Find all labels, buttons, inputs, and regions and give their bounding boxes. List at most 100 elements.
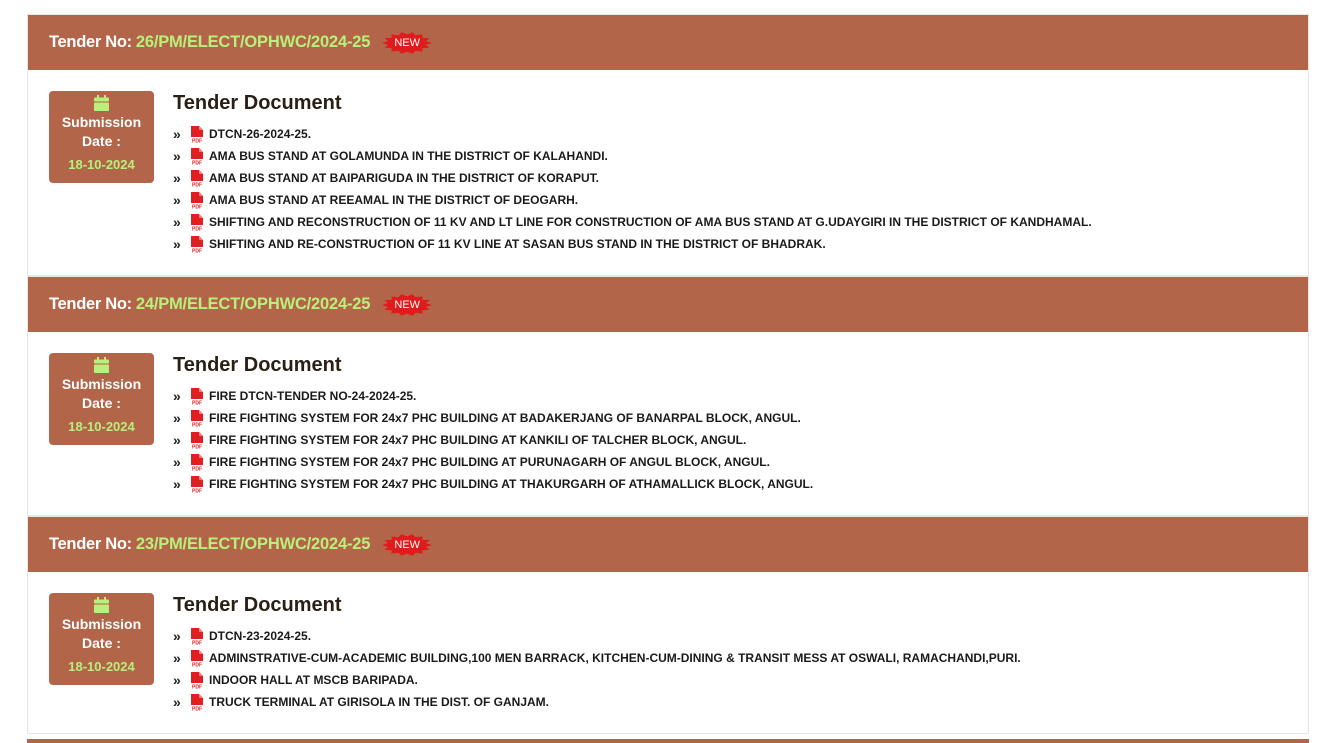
document-title[interactable]: FIRE FIGHTING SYSTEM FOR 24x7 PHC BUILDI… (209, 411, 801, 425)
document-list: » PDF DTCN-23-2024-25. » PDF ADMINSTRATI… (173, 625, 1308, 713)
pdf-file-icon: PDF (191, 671, 203, 689)
submission-word: Submission (61, 376, 142, 392)
document-title[interactable]: DTCN-23-2024-25. (209, 629, 311, 643)
tender-document-link[interactable]: » PDF TRUCK TERMINAL AT GIRISOLA IN THE … (173, 691, 1308, 713)
tender-number: 24/PM/ELECT/OPHWC/2024-25 (135, 295, 371, 313)
tender-documents: Tender Document » PDF FIRE DTCN-TENDER N… (173, 353, 1308, 495)
tender-body: Submission Date : 18-10-2024 Tender Docu… (28, 332, 1308, 515)
double-chevron-icon: » (173, 126, 181, 142)
submission-label: Submission Date : (62, 113, 141, 151)
new-badge-label: NEW (394, 298, 421, 311)
date-word: Date : (82, 133, 121, 149)
tender-number: 26/PM/ELECT/OPHWC/2024-25 (135, 33, 371, 51)
tender-no-label: Tender No: (49, 535, 132, 553)
svg-text:PDF: PDF (192, 204, 202, 209)
document-title[interactable]: FIRE FIGHTING SYSTEM FOR 24x7 PHC BUILDI… (209, 477, 813, 491)
tender-document-link[interactable]: » PDF ADMINSTRATIVE-CUM-ACADEMIC BUILDIN… (173, 647, 1308, 669)
svg-text:PDF: PDF (192, 400, 202, 405)
svg-text:PDF: PDF (192, 160, 202, 165)
document-list: » PDF DTCN-26-2024-25. » PDF AMA BUS STA… (173, 123, 1308, 255)
tender-document-link[interactable]: » PDF FIRE FIGHTING SYSTEM FOR 24x7 PHC … (173, 451, 1308, 473)
document-title[interactable]: ADMINSTRATIVE-CUM-ACADEMIC BUILDING,100 … (209, 651, 1021, 665)
document-title[interactable]: AMA BUS STAND AT REEAMAL IN THE DISTRICT… (209, 193, 578, 207)
tender-card: Tender No: 24/PM/ELECT/OPHWC/2024-25 NEW… (27, 276, 1309, 516)
double-chevron-icon: » (173, 148, 181, 164)
tender-card: Tender No: 23/PM/ELECT/OPHWC/2024-25 NEW… (27, 516, 1309, 734)
document-title[interactable]: SHIFTING AND RECONSTRUCTION OF 11 KV AND… (209, 215, 1092, 229)
document-section-title: Tender Document (173, 594, 342, 616)
document-title[interactable]: AMA BUS STAND AT BAIPARIGUDA IN THE DIST… (209, 171, 599, 185)
tender-document-link[interactable]: » PDF DTCN-23-2024-25. (173, 625, 1308, 647)
svg-text:PDF: PDF (192, 138, 202, 143)
double-chevron-icon: » (173, 628, 181, 644)
double-chevron-icon: » (173, 214, 181, 230)
new-badge-label: NEW (394, 36, 421, 49)
new-badge: NEW (382, 533, 433, 556)
double-chevron-icon: » (173, 388, 181, 404)
tender-document-link[interactable]: » PDF DTCN-26-2024-25. (173, 123, 1308, 145)
document-title[interactable]: DTCN-26-2024-25. (209, 127, 311, 141)
pdf-file-icon: PDF (191, 475, 203, 493)
tender-document-link[interactable]: » PDF AMA BUS STAND AT REEAMAL IN THE DI… (173, 189, 1308, 211)
tender-document-link[interactable]: » PDF SHIFTING AND RECONSTRUCTION OF 11 … (173, 211, 1308, 233)
svg-text:PDF: PDF (192, 466, 202, 471)
document-list: » PDF FIRE DTCN-TENDER NO-24-2024-25. » … (173, 385, 1308, 495)
tender-document-link[interactable]: » PDF FIRE DTCN-TENDER NO-24-2024-25. (173, 385, 1308, 407)
pdf-file-icon: PDF (191, 693, 203, 711)
calendar-icon (94, 597, 109, 613)
submission-date: 18-10-2024 (68, 157, 135, 172)
new-badge-label: NEW (394, 538, 421, 551)
tender-document-link[interactable]: » PDF FIRE FIGHTING SYSTEM FOR 24x7 PHC … (173, 407, 1308, 429)
svg-text:PDF: PDF (192, 706, 202, 711)
tender-card: Tender No: 26/PM/ELECT/OPHWC/2024-25 NEW… (27, 14, 1309, 276)
double-chevron-icon: » (173, 672, 181, 688)
pdf-file-icon: PDF (191, 453, 203, 471)
calendar-icon (94, 95, 109, 111)
new-badge: NEW (382, 31, 433, 54)
pdf-file-icon: PDF (191, 649, 203, 667)
tender-document-link[interactable]: » PDF FIRE FIGHTING SYSTEM FOR 24x7 PHC … (173, 473, 1308, 495)
new-badge: NEW (382, 293, 433, 316)
pdf-file-icon: PDF (191, 213, 203, 231)
submission-date-box: Submission Date : 18-10-2024 (49, 593, 154, 685)
svg-text:PDF: PDF (192, 182, 202, 187)
submission-date: 18-10-2024 (68, 659, 135, 674)
tender-document-link[interactable]: » PDF AMA BUS STAND AT GOLAMUNDA IN THE … (173, 145, 1308, 167)
svg-text:PDF: PDF (192, 248, 202, 253)
document-title[interactable]: INDOOR HALL AT MSCB BARIPADA. (209, 673, 418, 687)
svg-text:PDF: PDF (192, 422, 202, 427)
document-title[interactable]: AMA BUS STAND AT GOLAMUNDA IN THE DISTRI… (209, 149, 608, 163)
tender-header: Tender No: 23/PM/ELECT/OPHWC/2024-25 NEW (28, 517, 1308, 572)
tender-document-link[interactable]: » PDF AMA BUS STAND AT BAIPARIGUDA IN TH… (173, 167, 1308, 189)
tender-number: 23/PM/ELECT/OPHWC/2024-25 (135, 535, 371, 553)
document-title[interactable]: TRUCK TERMINAL AT GIRISOLA IN THE DIST. … (209, 695, 549, 709)
calendar-icon (94, 357, 109, 373)
tender-document-link[interactable]: » PDF SHIFTING AND RE-CONSTRUCTION OF 11… (173, 233, 1308, 255)
document-title[interactable]: SHIFTING AND RE-CONSTRUCTION OF 11 KV LI… (209, 237, 826, 251)
tender-body: Submission Date : 18-10-2024 Tender Docu… (28, 572, 1308, 733)
svg-text:PDF: PDF (192, 444, 202, 449)
document-section-title: Tender Document (173, 354, 342, 376)
double-chevron-icon: » (173, 476, 181, 492)
tender-header: Tender No: 26/PM/ELECT/OPHWC/2024-25 NEW (28, 15, 1308, 70)
svg-text:PDF: PDF (192, 662, 202, 667)
double-chevron-icon: » (173, 650, 181, 666)
double-chevron-icon: » (173, 432, 181, 448)
document-title[interactable]: FIRE FIGHTING SYSTEM FOR 24x7 PHC BUILDI… (209, 455, 770, 469)
tender-document-link[interactable]: » PDF FIRE FIGHTING SYSTEM FOR 24x7 PHC … (173, 429, 1308, 451)
tender-no-label: Tender No: (49, 33, 132, 51)
double-chevron-icon: » (173, 694, 181, 710)
submission-date-box: Submission Date : 18-10-2024 (49, 353, 154, 445)
document-title[interactable]: FIRE DTCN-TENDER NO-24-2024-25. (209, 389, 416, 403)
svg-text:PDF: PDF (192, 684, 202, 689)
pdf-file-icon: PDF (191, 191, 203, 209)
submission-label: Submission Date : (62, 375, 141, 413)
tender-no-label: Tender No: (49, 295, 132, 313)
tender-documents: Tender Document » PDF DTCN-26-2024-25. »… (173, 91, 1308, 255)
submission-word: Submission (61, 616, 142, 632)
date-word: Date : (82, 395, 121, 411)
submission-label: Submission Date : (62, 615, 141, 653)
tender-document-link[interactable]: » PDF INDOOR HALL AT MSCB BARIPADA. (173, 669, 1308, 691)
document-title[interactable]: FIRE FIGHTING SYSTEM FOR 24x7 PHC BUILDI… (209, 433, 746, 447)
double-chevron-icon: » (173, 454, 181, 470)
